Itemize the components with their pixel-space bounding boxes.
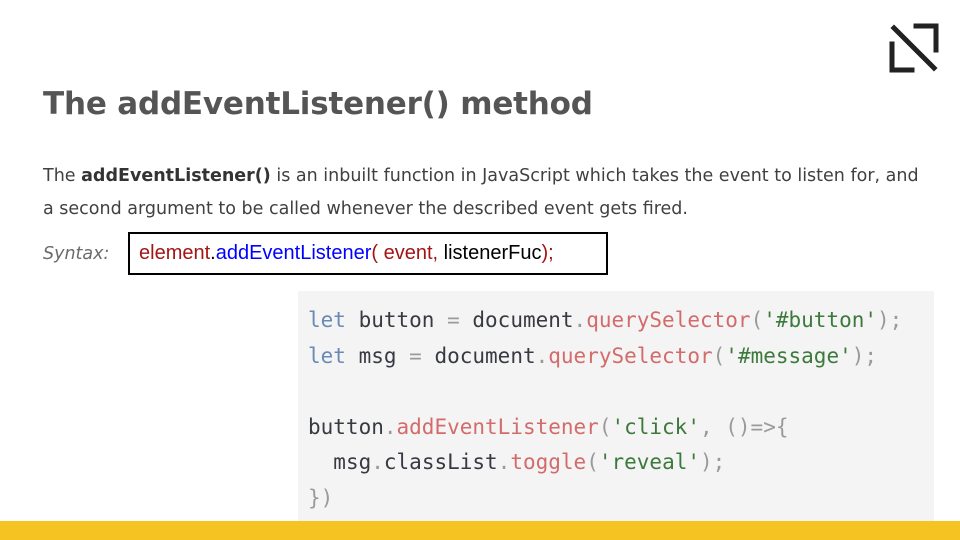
syntax-label: Syntax: — [43, 244, 110, 264]
syntax-box: element. addEventListener( event, listene… — [128, 232, 608, 275]
description-bold: addEventListener() — [81, 166, 271, 186]
footer-accent-bar — [0, 521, 960, 540]
code-operator: . — [535, 343, 549, 368]
code-operator: ( — [586, 450, 599, 474]
code-text: msg — [345, 343, 410, 368]
syntax-arg-event: event — [383, 242, 433, 264]
code-operator: ); — [700, 450, 726, 474]
syntax-open-paren: ( — [371, 242, 384, 264]
code-text: button — [345, 308, 448, 332]
code-text: button — [308, 414, 384, 439]
code-line: button.addEventListener('click', ()=>{ — [308, 415, 789, 439]
code-function: toggle — [510, 450, 587, 474]
code-operator: ); — [851, 343, 878, 368]
description-prefix: The — [43, 166, 82, 186]
code-operator: ( — [750, 308, 764, 332]
bracket-slash-logo-icon — [889, 23, 939, 73]
syntax-comma: , — [432, 242, 444, 264]
code-operator: . — [497, 450, 511, 474]
code-text: document — [459, 308, 574, 332]
code-operator: , ()=>{ — [699, 414, 789, 439]
code-operator: . — [383, 414, 397, 439]
code-string: '#button' — [763, 308, 878, 332]
code-keyword: let — [308, 308, 346, 332]
code-string: '#message' — [725, 343, 852, 368]
code-line: }) — [308, 486, 333, 510]
code-operator: . — [573, 308, 587, 332]
code-function: querySelector — [586, 308, 751, 332]
code-line: let msg = document.querySelector('#messa… — [308, 344, 877, 368]
code-block: let button = document.querySelector('#bu… — [308, 303, 902, 516]
code-operator: ( — [598, 414, 612, 439]
code-operator: ); — [877, 308, 903, 332]
syntax-close: ); — [541, 242, 554, 264]
syntax-arg-listener: listenerFuc — [443, 242, 542, 264]
code-line: msg.classList.toggle('reveal'); — [308, 450, 725, 474]
code-function: addEventListener — [396, 414, 599, 439]
code-text: document — [421, 343, 536, 368]
slide-description: The addEventListener() is an inbuilt fun… — [43, 160, 923, 226]
code-text: classList — [383, 450, 498, 474]
code-line: let button = document.querySelector('#bu… — [308, 308, 902, 332]
syntax-method: addEventListener — [215, 242, 372, 264]
code-operator: = — [409, 343, 422, 368]
code-string: 'reveal' — [598, 450, 701, 474]
code-string: 'click' — [611, 414, 700, 439]
code-function: querySelector — [548, 343, 713, 368]
code-operator: = — [447, 308, 460, 332]
code-operator: }) — [308, 485, 334, 510]
code-operator: . — [371, 450, 384, 474]
code-text: msg — [333, 450, 372, 474]
code-keyword: let — [308, 343, 346, 368]
slide-title: The addEventListener() method — [43, 86, 593, 122]
code-panel: let button = document.querySelector('#bu… — [298, 291, 934, 521]
code-operator: ( — [712, 343, 726, 368]
syntax-object: element — [139, 242, 211, 264]
